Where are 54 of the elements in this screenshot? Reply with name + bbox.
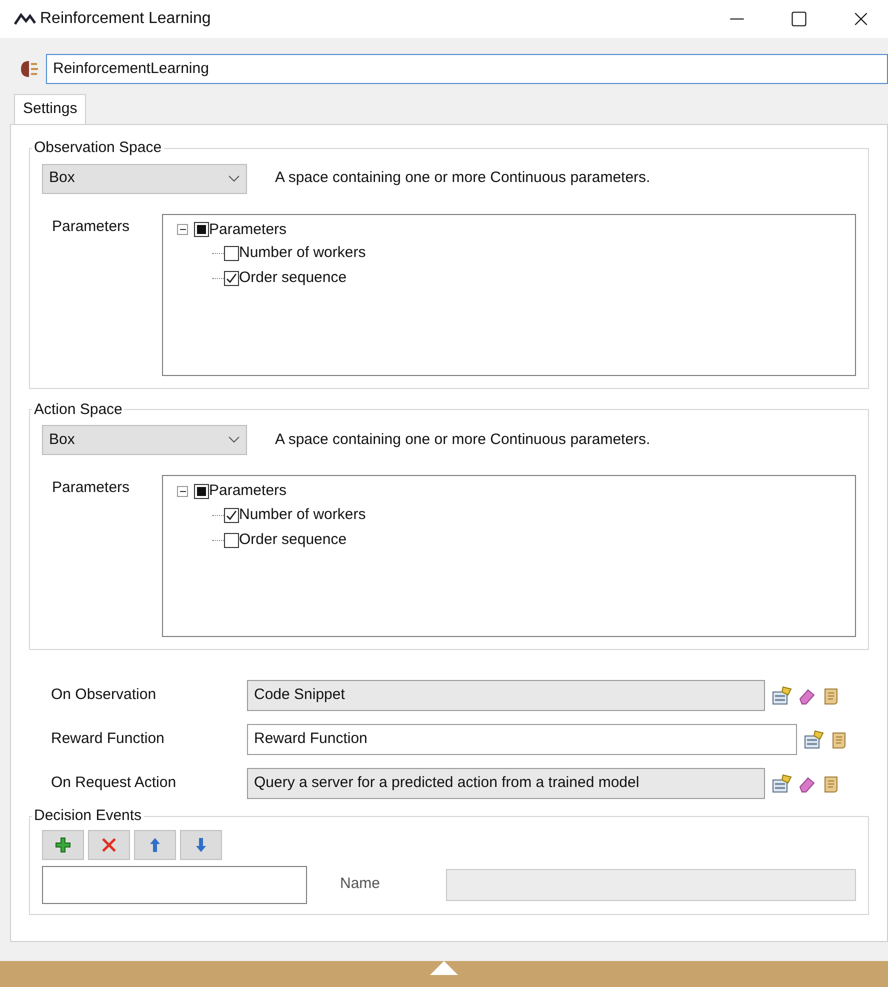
arrow-down-icon: [193, 836, 209, 852]
events-list[interactable]: [42, 866, 307, 904]
group-title: Action Space: [33, 400, 124, 420]
chevron-down-icon: [228, 436, 240, 444]
properties-icon[interactable]: [771, 686, 793, 706]
tree-item[interactable]: Parameters: [209, 480, 287, 502]
tree-item[interactable]: Order sequence: [239, 267, 347, 290]
collapse-icon[interactable]: [177, 486, 188, 497]
properties-icon[interactable]: [771, 774, 793, 794]
type-dropdown[interactable]: Box: [42, 425, 247, 455]
arrow-up-icon: [147, 836, 163, 852]
checkbox[interactable]: [224, 532, 239, 548]
toolbar-button[interactable]: [88, 830, 130, 860]
parameters-label: Parameters: [52, 478, 131, 498]
maximize-icon[interactable]: [790, 10, 808, 28]
trigger-label: Reward Function: [51, 729, 166, 750]
toolbar-button[interactable]: [134, 830, 176, 860]
tree-item[interactable]: Parameters: [209, 218, 287, 241]
space-description: A space containing one or more Continuous parameters.: [275, 430, 650, 450]
tree-item[interactable]: Order sequence: [239, 528, 347, 552]
name-field[interactable]: ReinforcementLearning: [46, 54, 888, 84]
group-title: Observation Space: [33, 138, 163, 158]
group-title: Decision Events: [33, 806, 143, 826]
app-icon: [14, 12, 36, 26]
type-dropdown[interactable]: Box: [42, 164, 247, 194]
trigger-field[interactable]: Query a server for a predicted action from a trained model: [247, 768, 765, 799]
toolbar-button[interactable]: [42, 830, 84, 860]
close-icon: [101, 836, 117, 852]
parameters-tree[interactable]: Parameters Number of workers Order sequence: [162, 475, 856, 637]
chevron-down-icon: [228, 174, 240, 182]
tab[interactable]: Settings: [14, 94, 86, 124]
trigger-field[interactable]: Code Snippet: [247, 680, 765, 711]
toolbar-button[interactable]: [180, 830, 222, 860]
space-description: A space containing one or more Continuous parameters.: [275, 168, 650, 188]
checkbox[interactable]: [194, 222, 209, 238]
event-name-field[interactable]: [446, 868, 856, 900]
parameters-label: Parameters: [52, 216, 131, 236]
trigger-field[interactable]: Reward Function: [247, 724, 797, 755]
properties-icon[interactable]: [803, 730, 825, 750]
checkbox[interactable]: [224, 508, 239, 522]
window-title: Reinforcement Learning: [40, 9, 211, 29]
pointer-icon: [430, 961, 458, 975]
tree-item[interactable]: Number of workers: [239, 242, 366, 265]
plus-icon: [55, 836, 71, 852]
trigger-label: On Observation: [51, 685, 158, 706]
checkbox[interactable]: [194, 484, 209, 499]
collapse-icon[interactable]: [177, 224, 188, 236]
checkbox[interactable]: [224, 246, 239, 261]
tree-item[interactable]: Number of workers: [239, 504, 366, 526]
trigger-label: On Request Action: [51, 773, 178, 794]
brain-icon: [18, 58, 40, 80]
checkbox[interactable]: [224, 271, 239, 286]
parameters-tree[interactable]: Parameters Number of workers Order sequence: [162, 214, 856, 376]
name-label: Name: [340, 874, 382, 894]
